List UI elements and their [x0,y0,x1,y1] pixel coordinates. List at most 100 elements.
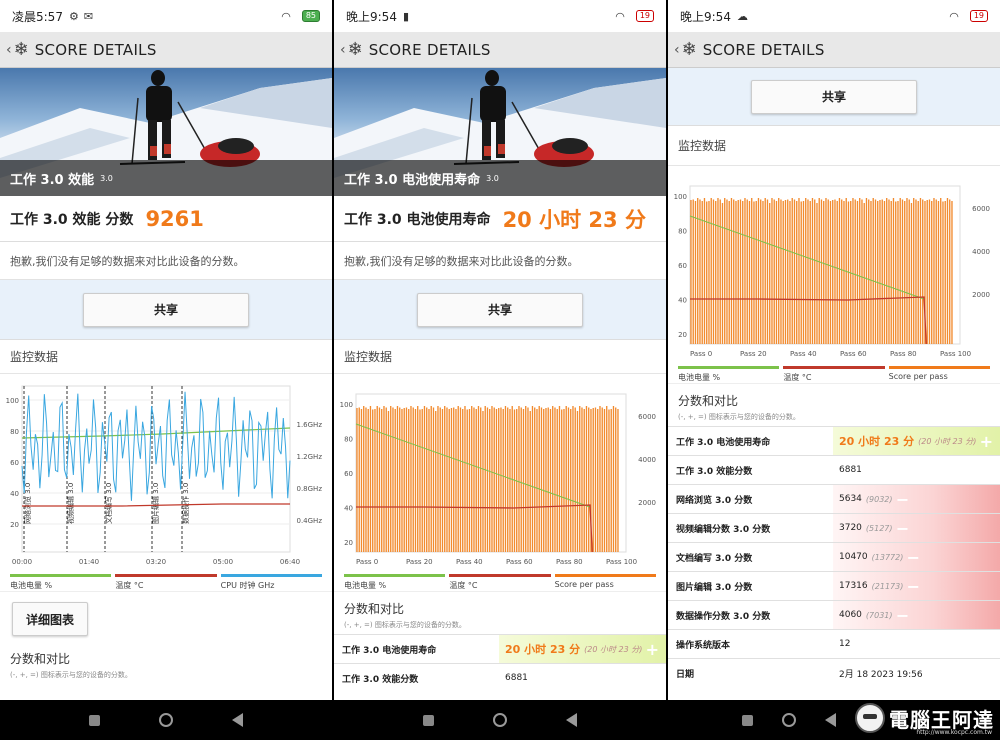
score-bar [540,407,543,552]
row-label: 工作 3.0 电池使用寿命 [676,437,771,448]
row-value: 12 [833,630,1000,658]
table-row: 文档编写 3.0 分数 10470 (13772) − [668,542,1000,571]
score-value: 9261 [145,206,204,231]
score-bar [764,198,766,344]
compare-heading: 分数和对比 (-, +, =) 图标表示与您的设备的分数。 [0,642,332,684]
score-bar [816,203,818,344]
y2-tick-label: 1.2GHz [297,453,323,461]
score-bar [363,406,365,552]
battery-chart: 100 80 60 40 20 6000 4000 2000 Pass 0 Pass 20 Pass… [668,166,1000,384]
score-bar [477,406,480,552]
score-bar [534,407,536,552]
back-icon[interactable]: ‹ [6,42,12,58]
x-tick-label: 00:00 [12,558,32,566]
wifi-icon: ◠ [949,9,959,23]
minus-icon: − [906,547,921,567]
score-bar [949,199,951,344]
score-bar [872,198,874,344]
y-tick-label: 60 [678,262,687,270]
score-bar [552,406,554,552]
score-bar [401,409,403,552]
back-icon[interactable]: ‹ [674,42,680,58]
recents-icon[interactable] [89,714,101,726]
score-bar [757,198,760,344]
score-bar [489,409,491,552]
score-bar [369,406,372,552]
score-bar [697,198,699,344]
score-bar [525,406,527,552]
score-bar [703,198,706,344]
score-bar [482,411,484,552]
y2-tick-label: 4000 [972,248,990,256]
compare-title: 分数和对比 [344,602,405,616]
home-icon[interactable] [158,713,173,727]
score-bar [710,198,712,344]
score-bar [493,407,495,552]
score-bar [412,407,414,552]
table-row: 图片编辑 3.0 分数 17316 (21173) − [668,571,1000,600]
back-nav-icon[interactable] [231,713,243,727]
back-nav-icon[interactable] [565,713,577,727]
screen-compare-details: 晚上9:54 ☁ ◠ 19 ‹ ❄ SCORE DETAILS 共享 监控数据 … [668,0,1000,700]
hero-version: 3.0 [486,173,499,183]
score-bar [879,200,881,344]
score-bar [365,407,367,552]
y2-tick-label: 1.6GHz [297,421,323,429]
score-bar [432,407,435,552]
recents-icon[interactable] [742,714,754,726]
score-bar [441,409,444,552]
compare-heading: 分数和对比 (-, +, =) 图标表示与您的设备的分数。 [668,384,1000,426]
score-bar [599,406,601,552]
score-bar [721,203,724,344]
legend-temperature: 温度 °C [783,366,885,383]
share-section: 共享 [668,68,1000,126]
score-bar [856,201,859,344]
table-row: 视频编辑分数 3.0 分数 3720 (5127) − [668,513,1000,542]
reference-value: (20 小时 23 分) [584,644,643,654]
score-bar [892,198,895,344]
legend-temperature: 温度 °C [449,574,551,591]
back-nav-icon[interactable] [824,713,836,727]
y-tick-label: 80 [678,228,687,236]
score-bar [843,201,845,344]
row-label: 操作系统版本 [676,640,731,651]
score-bar [859,198,861,344]
score-bar [588,407,590,552]
home-icon[interactable] [492,713,507,727]
score-bar [556,409,558,552]
home-icon[interactable] [781,713,796,727]
score-bar [462,409,464,552]
score-bar [820,199,823,344]
x-tick-label: Pass 80 [556,558,583,566]
score-bar [579,406,581,552]
y-tick-label: 100 [340,401,353,409]
compare-table: 工作 3.0 电池使用寿命 20 小时 23 分 (20 小时 23 分) + 工作 3… [668,426,1000,687]
share-section: 共享 [334,280,666,340]
share-button[interactable]: 共享 [83,292,249,327]
score-bar [730,198,733,344]
compare-heading: 分数和对比 (-, +, =) 图标表示与您的设备的分数。 [334,592,666,634]
score-bar [615,407,617,552]
score-bar [448,409,450,552]
detail-chart-button[interactable]: 详细图表 [12,602,88,636]
score-bar [917,201,919,344]
score-label: 工作 3.0 电池使用寿命 [344,211,491,228]
score-bar [915,199,917,344]
row-label: 图片编辑 3.0 分数 [676,582,753,593]
plot-area [355,393,627,553]
row-label: 文档编写 3.0 分数 [676,553,753,564]
score-bar [457,406,459,552]
score-bar [944,201,946,344]
share-button[interactable]: 共享 [417,292,583,327]
score-bar [737,200,739,344]
score-bar [486,407,489,552]
score-bar [360,409,363,552]
score-bar [414,409,417,552]
share-button[interactable]: 共享 [751,79,917,114]
row-value: 6881 [499,664,666,692]
back-icon[interactable]: ‹ [340,42,346,58]
hero-label: 工作 3.0 效能 3.0 [0,160,332,196]
score-bar [450,408,453,552]
y-tick-label: 60 [10,459,19,467]
recents-icon[interactable] [423,714,435,726]
